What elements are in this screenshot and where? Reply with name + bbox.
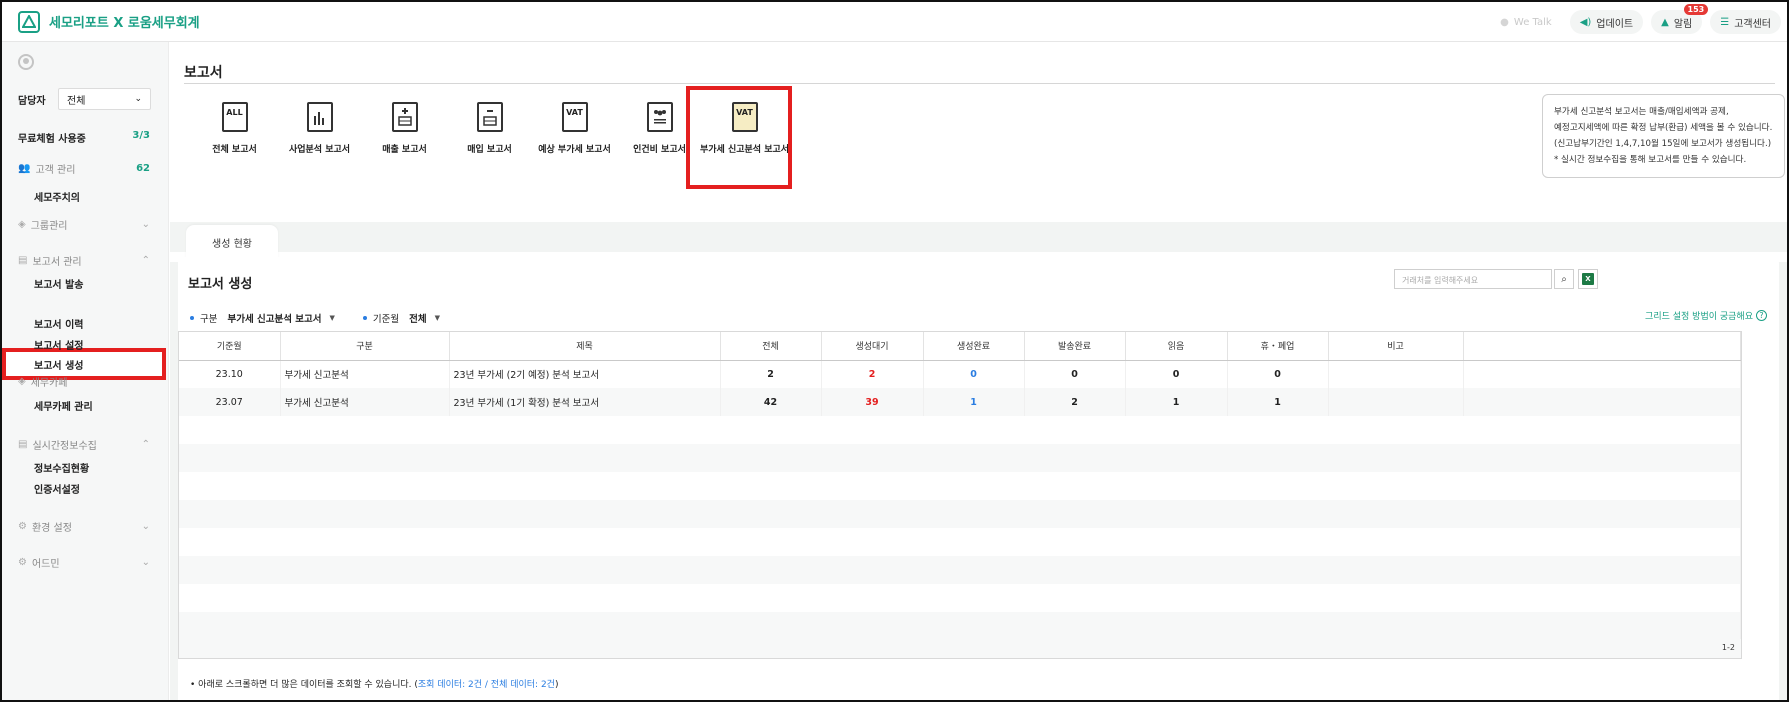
empty-row — [179, 500, 1741, 528]
sidebar-item-collect-status[interactable]: 정보수집현황 — [34, 460, 89, 475]
report-sales-button[interactable]: 매출 보고서 — [362, 94, 447, 176]
type-filter-select[interactable]: 부가세 신고분석 보고서 — [227, 311, 321, 325]
sidebar-report-mgmt[interactable]: ▤ 보고서 관리 ⌃ — [18, 253, 150, 268]
speaker-icon: ◀) — [1579, 16, 1592, 28]
filter-bar: 구분 부가세 신고분석 보고서 ▼ 기준월 전체 ▼ — [190, 311, 462, 325]
excel-icon: X — [1582, 273, 1594, 285]
sidebar-item-report-history[interactable]: 보고서 이력 — [34, 316, 83, 331]
admin-icon: ⚙ — [18, 557, 27, 568]
update-button[interactable]: ◀) 업데이트 — [1569, 10, 1644, 34]
report-all-button[interactable]: ALL 전체 보고서 — [192, 94, 277, 176]
vat-icon: VAT — [561, 102, 588, 132]
panel-title: 보고서 생성 — [188, 277, 253, 292]
cafe-icon: ◈ — [18, 376, 26, 387]
sidebar-realtime[interactable]: ▤ 실시간정보수집 ⌃ — [18, 437, 150, 452]
selected-report-highlight — [686, 86, 792, 189]
users-icon: 👥 — [18, 163, 31, 174]
col-header[interactable]: 읽음 — [1125, 332, 1228, 361]
bar-chart-icon — [306, 102, 333, 132]
col-header[interactable]: 전체 — [720, 332, 822, 361]
excel-download-button[interactable]: X — [1578, 269, 1598, 289]
sidebar-settings[interactable]: ⚙ 환경 설정 ⌄ — [18, 519, 150, 534]
bell-icon: ▲ — [1661, 16, 1669, 28]
grid-help-link[interactable]: 그리드 설정 방법이 궁금해요 ? — [1645, 309, 1767, 322]
chevron-up-icon: ⌃ — [141, 255, 150, 266]
data-count-link[interactable]: 조회 데이터: 2건 / 전체 데이터: 2건 — [418, 680, 555, 690]
sidebar-group-mgmt[interactable]: ◈ 그룹관리 ⌄ — [18, 217, 150, 232]
empty-row — [179, 472, 1741, 500]
table-row[interactable]: 23.07 부가세 신고분석 23년 부가세 (1기 확정) 분석 보고서 42… — [179, 388, 1741, 416]
main-content: 보고서 ALL 전체 보고서 사업분석 보고서 매출 보고서 매입 보고서 VA… — [170, 42, 1787, 700]
col-header[interactable]: 비고 — [1328, 332, 1464, 361]
menu-icon: ☰ — [1720, 16, 1730, 28]
logo-icon[interactable] — [18, 10, 40, 33]
col-header[interactable]: 기준월 — [179, 332, 281, 361]
trial-status: 무료체험 사용중 3/3 — [18, 130, 150, 145]
alarm-count-badge: 153 — [1683, 4, 1709, 15]
sales-sheet-icon — [391, 102, 418, 132]
report-creation-panel: 보고서 생성 거래처를 입력해주세요 ⌕ X 구분 부가세 신고분석 보고서 ▼… — [178, 257, 1779, 700]
col-header[interactable]: 구분 — [280, 332, 450, 361]
app-window: 세모리포트 X 로움세무회계 ● We Talk ◀) 업데이트 ▲ 알림 15… — [0, 0, 1789, 702]
we-talk-button[interactable]: ● We Talk — [1490, 10, 1562, 34]
report-business-analysis-button[interactable]: 사업분석 보고서 — [277, 94, 362, 176]
col-header[interactable]: 발송완료 — [1024, 332, 1126, 361]
chevron-down-icon: ⌄ — [141, 521, 150, 532]
search-icon[interactable]: ⌕ — [1554, 269, 1574, 289]
page-title: 보고서 — [184, 56, 1775, 84]
support-button[interactable]: ☰ 고객센터 — [1710, 10, 1781, 34]
report-purchase-button[interactable]: 매입 보고서 — [447, 94, 532, 176]
chevron-down-icon: ⌄ — [141, 557, 150, 568]
report-table: 기준월 구분 제목 전체 생성대기 생성완료 발송완료 읽음 휴・폐업 비고 2… — [178, 331, 1742, 640]
sidebar-admin[interactable]: ⚙ 어드민 ⌄ — [18, 555, 150, 570]
empty-row — [179, 556, 1741, 584]
sidebar-item-semo-alert[interactable]: 세모주치의 — [34, 189, 80, 204]
col-header[interactable]: 휴・폐업 — [1227, 332, 1329, 361]
gear-icon: ⚙ — [18, 521, 27, 532]
col-header[interactable]: 생성완료 — [923, 332, 1025, 361]
group-icon: ◈ — [18, 219, 26, 230]
avatar-icon[interactable] — [18, 54, 34, 70]
document-icon: ▤ — [18, 439, 28, 450]
top-bar: 세모리포트 X 로움세무회계 ● We Talk ◀) 업데이트 ▲ 알림 15… — [2, 2, 1787, 42]
table-row[interactable]: 23.10 부가세 신고분석 23년 부가세 (2기 예정) 분석 보고서 2 … — [179, 360, 1741, 388]
manager-select[interactable]: 전체 ⌄ — [58, 88, 151, 110]
chevron-down-icon: ⌄ — [141, 219, 150, 230]
question-icon: ? — [1756, 310, 1767, 321]
report-expected-vat-button[interactable]: VAT 예상 부가세 보고서 — [532, 94, 617, 176]
caret-down-icon[interactable]: ▼ — [330, 314, 335, 322]
purchase-sheet-icon — [476, 102, 503, 132]
scroll-note: • 아래로 스크롤하면 더 많은 데이터를 조회할 수 있습니다. (조회 데이… — [190, 680, 559, 690]
chevron-down-icon: ⌄ — [134, 94, 142, 104]
table-pager: 1-2 — [178, 639, 1742, 659]
chat-icon: ● — [1500, 16, 1509, 28]
caret-down-icon[interactable]: ▼ — [435, 314, 440, 322]
col-header[interactable]: 제목 — [449, 332, 721, 361]
empty-row — [179, 612, 1741, 640]
report-info-tooltip: 부가세 신고분석 보고서는 매출/매입세액과 공제, 예정고지세액에 따른 확정… — [1542, 94, 1785, 178]
sidebar-customer-mgmt[interactable]: 👥 고객 관리 62 — [18, 161, 150, 176]
all-report-icon: ALL — [221, 102, 248, 132]
search-input[interactable]: 거래처를 입력해주세요 — [1394, 269, 1552, 289]
empty-row — [179, 416, 1741, 444]
sidebar-item-cert-settings[interactable]: 인증서설정 — [34, 481, 80, 496]
table-header-row: 기준월 구분 제목 전체 생성대기 생성완료 발송완료 읽음 휴・폐업 비고 — [179, 332, 1741, 361]
sidebar-item-report-send[interactable]: 보고서 발송 — [34, 276, 83, 291]
chevron-up-icon: ⌃ — [141, 439, 150, 450]
sidebar-item-report-settings[interactable]: 보고서 설정 — [34, 337, 83, 352]
empty-row — [179, 528, 1741, 556]
empty-row — [179, 444, 1741, 472]
month-filter-select[interactable]: 전체 — [409, 311, 426, 325]
sidebar: 담당자 전체 ⌄ 무료체험 사용중 3/3 👥 고객 관리 62 세모주치의 ◈ 그… — [2, 42, 169, 700]
report-icon: ▤ — [18, 255, 28, 266]
alarm-button[interactable]: ▲ 알림 153 — [1651, 4, 1709, 34]
sidebar-item-semu-cafe-mgmt[interactable]: 세무카페 관리 — [34, 398, 93, 413]
app-title[interactable]: 세모리포트 X 로움세무회계 — [49, 12, 200, 31]
tab-creation-status[interactable]: 생성 현황 — [186, 225, 278, 259]
people-icon — [646, 102, 673, 132]
empty-row — [179, 584, 1741, 612]
sidebar-semu-cafe[interactable]: ◈ 세무카페 — [18, 374, 150, 389]
col-header[interactable]: 생성대기 — [821, 332, 924, 361]
